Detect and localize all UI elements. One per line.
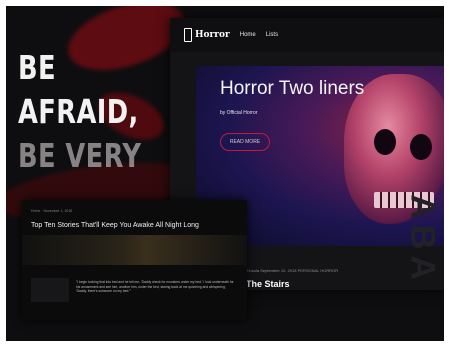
skull-eye (374, 129, 396, 155)
skull-eye (410, 134, 432, 160)
breadcrumb: Home · November 1, 2018 (31, 209, 73, 213)
headline-line-3: BE VERY (18, 136, 142, 175)
article-title: Top Ten Stories That'll Keep You Awake A… (31, 222, 199, 229)
hero-title: Horror Two liners (220, 78, 365, 99)
article-thumbnail (31, 278, 69, 302)
background-letters: ABA (404, 194, 442, 286)
headline-line-1: BE (18, 48, 56, 87)
top-nav: Horror Home Lists (170, 18, 444, 52)
headline-line-2: AFRAID, (18, 92, 139, 131)
nav-lists[interactable]: Lists (266, 32, 278, 38)
article-image (22, 235, 247, 265)
hero-byline: by Official Horror (220, 110, 258, 116)
promo-frame: BE AFRAID, BE VERY Horror Home Lists Hor… (6, 6, 444, 341)
article-mockup: Home · November 1, 2018 Top Ten Stories … (22, 200, 247, 320)
nav-home[interactable]: Home (240, 32, 256, 38)
site-logo[interactable]: Horror (184, 28, 230, 42)
promo-headline: BE AFRAID, BE VERY (18, 46, 141, 178)
article-excerpt: "I begin tucking that into bed and he te… (76, 280, 234, 294)
read-more-button[interactable]: READ MORE (220, 133, 270, 151)
logo-text: Horror (195, 30, 230, 40)
door-icon (184, 28, 192, 42)
